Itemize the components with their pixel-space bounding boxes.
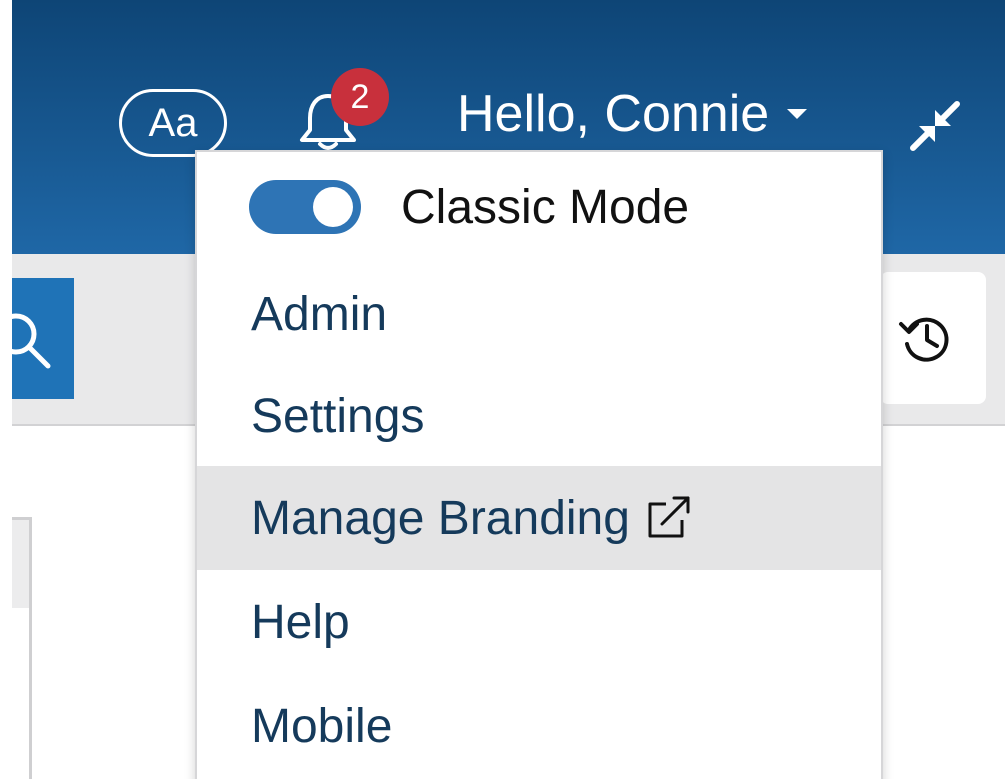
app-screen: Aa 2 Hello, Connie Classic Mode Admin Se… bbox=[0, 0, 1005, 779]
user-greeting: Hello, Connie bbox=[457, 85, 770, 143]
left-gutter bbox=[0, 0, 12, 779]
classic-mode-toggle-row[interactable]: Classic Mode bbox=[197, 152, 881, 262]
menu-item-label: Mobile bbox=[251, 699, 393, 753]
notification-count-badge: 2 bbox=[331, 68, 389, 126]
menu-item-label: Help bbox=[251, 595, 350, 649]
menu-item-manage-branding[interactable]: Manage Branding bbox=[197, 466, 881, 570]
menu-item-mobile[interactable]: Mobile bbox=[197, 674, 881, 778]
content-card-header bbox=[12, 520, 29, 608]
font-size-button[interactable]: Aa bbox=[119, 89, 227, 157]
classic-mode-switch[interactable] bbox=[249, 180, 361, 234]
menu-item-admin[interactable]: Admin bbox=[197, 262, 881, 366]
user-menu-toggle[interactable]: Hello, Connie bbox=[457, 84, 808, 144]
search-button[interactable] bbox=[12, 278, 74, 399]
menu-item-label: Admin bbox=[251, 287, 388, 341]
content-card bbox=[12, 517, 32, 779]
menu-item-label: Settings bbox=[251, 389, 425, 443]
classic-mode-label: Classic Mode bbox=[401, 180, 690, 234]
caret-down-icon bbox=[787, 109, 808, 119]
menu-item-help[interactable]: Help bbox=[197, 570, 881, 674]
collapse-button[interactable] bbox=[905, 96, 965, 156]
search-icon bbox=[12, 313, 51, 369]
history-button[interactable] bbox=[895, 308, 957, 370]
font-size-label: Aa bbox=[148, 100, 198, 145]
menu-item-label: Manage Branding bbox=[251, 491, 630, 545]
toggle-knob bbox=[313, 187, 353, 227]
user-dropdown-menu: Classic Mode Admin Settings Manage Brand… bbox=[195, 150, 883, 779]
collapse-arrows-icon bbox=[910, 101, 960, 151]
external-link-icon bbox=[644, 494, 692, 542]
notification-count: 2 bbox=[350, 77, 370, 116]
menu-item-settings[interactable]: Settings bbox=[197, 364, 881, 468]
history-icon bbox=[899, 317, 949, 362]
